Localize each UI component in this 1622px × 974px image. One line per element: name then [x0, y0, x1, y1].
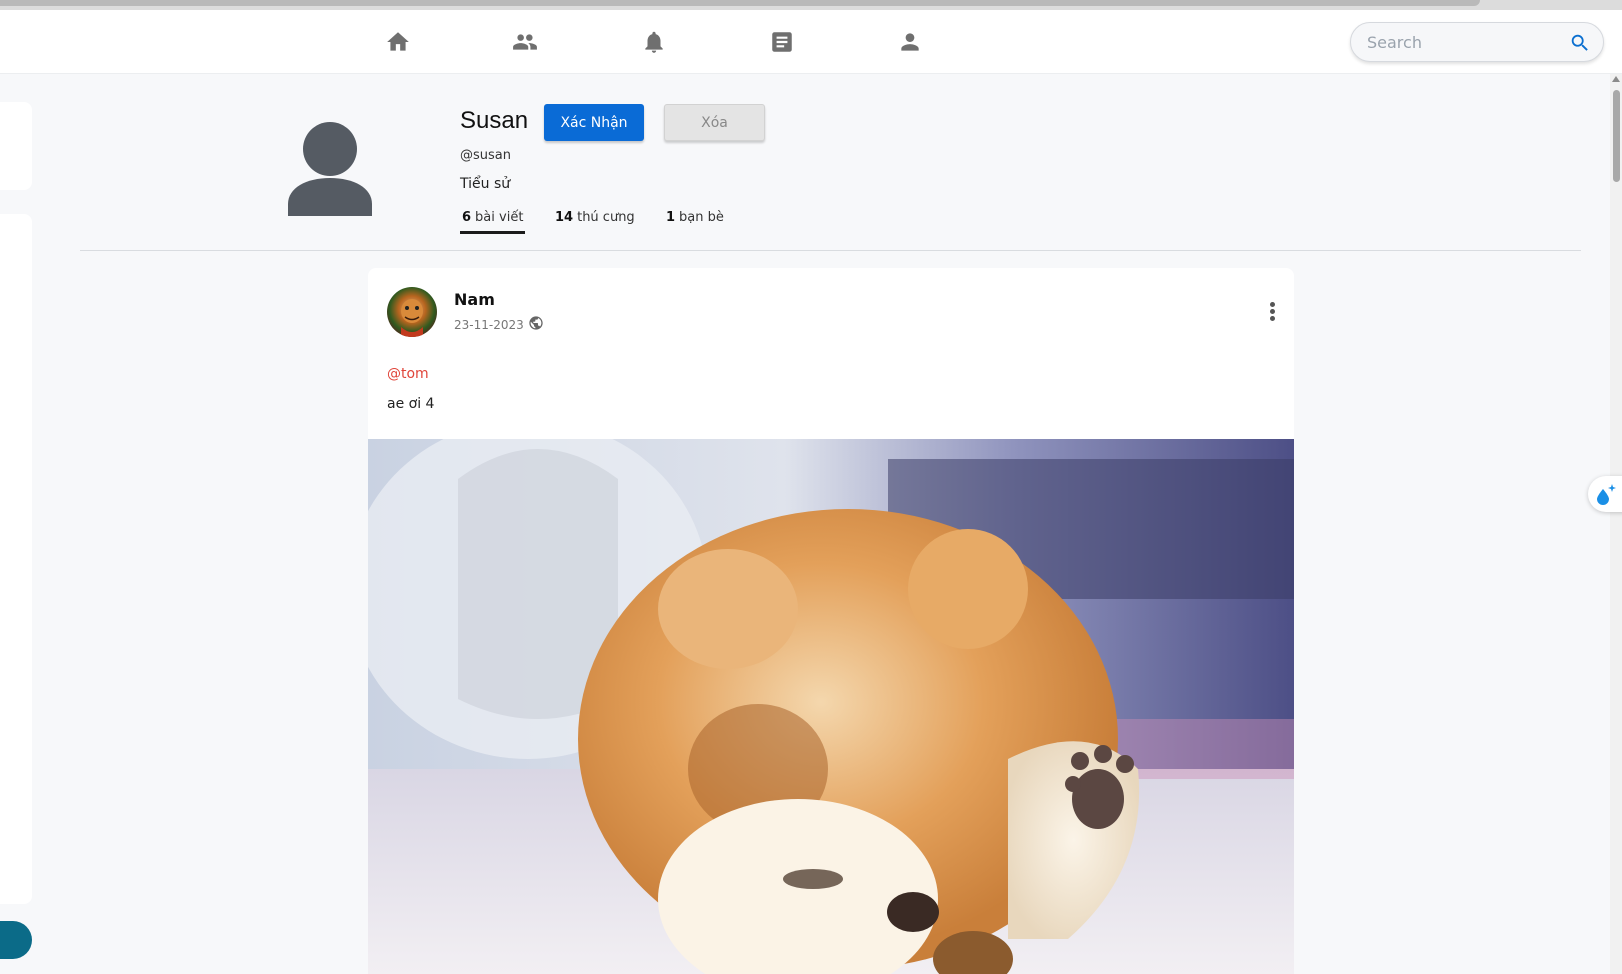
page-scrollbar[interactable]	[1610, 74, 1622, 974]
left-sidebar-card	[0, 102, 32, 190]
sparkle-drop-icon	[1597, 484, 1616, 505]
home-icon[interactable]	[385, 29, 411, 55]
friends-count: 1	[666, 210, 676, 225]
profile-divider	[80, 250, 1581, 251]
profile-bio: Tiểu sử	[460, 176, 511, 192]
confirm-friend-button[interactable]: Xác Nhận	[544, 104, 644, 141]
post-author-avatar[interactable]	[387, 287, 437, 337]
scroll-up-arrow-icon[interactable]	[1612, 76, 1620, 82]
left-sidebar-panel	[0, 214, 32, 904]
post-date: 23-11-2023	[454, 318, 524, 332]
posts-label: bài viết	[475, 210, 524, 225]
more-options-icon[interactable]	[1266, 302, 1278, 324]
posts-icon[interactable]	[769, 29, 795, 55]
post-text: ae ơi 4	[387, 396, 435, 412]
pets-label: thú cưng	[577, 210, 635, 225]
browser-progress-bar	[0, 0, 1480, 6]
tab-pets[interactable]: 14 thú cưng	[555, 210, 635, 225]
scrollbar-thumb[interactable]	[1613, 90, 1620, 182]
left-sidebar-button[interactable]	[0, 921, 32, 959]
browser-top-strip	[0, 0, 1622, 10]
post-image[interactable]	[368, 439, 1294, 974]
friends-icon[interactable]	[512, 29, 538, 55]
profile-handle: @susan	[460, 148, 511, 163]
search-input[interactable]	[1367, 31, 1557, 53]
post-author-name[interactable]: Nam	[454, 290, 495, 309]
globe-icon	[528, 315, 544, 331]
tab-posts[interactable]: 6 bài viết	[462, 210, 523, 225]
default-user-icon	[288, 122, 372, 216]
delete-request-button[interactable]: Xóa	[664, 104, 765, 141]
tab-friends[interactable]: 1 bạn bè	[666, 210, 724, 225]
bell-icon[interactable]	[641, 29, 667, 55]
posts-count: 6	[462, 210, 472, 225]
profile-avatar	[288, 122, 372, 216]
profile-icon[interactable]	[897, 29, 923, 55]
search-icon[interactable]	[1569, 32, 1591, 54]
active-tab-underline	[460, 231, 525, 234]
post-mention[interactable]: @tom	[387, 366, 429, 382]
floating-assistant-button[interactable]	[1588, 476, 1622, 512]
profile-name: Susan	[460, 107, 529, 134]
search-box	[1350, 22, 1604, 62]
pets-count: 14	[555, 210, 574, 225]
top-navigation-bar	[0, 10, 1622, 74]
friends-label: bạn bè	[679, 210, 724, 225]
post-card: Nam 23-11-2023 @tom ae ơi 4	[368, 268, 1294, 974]
